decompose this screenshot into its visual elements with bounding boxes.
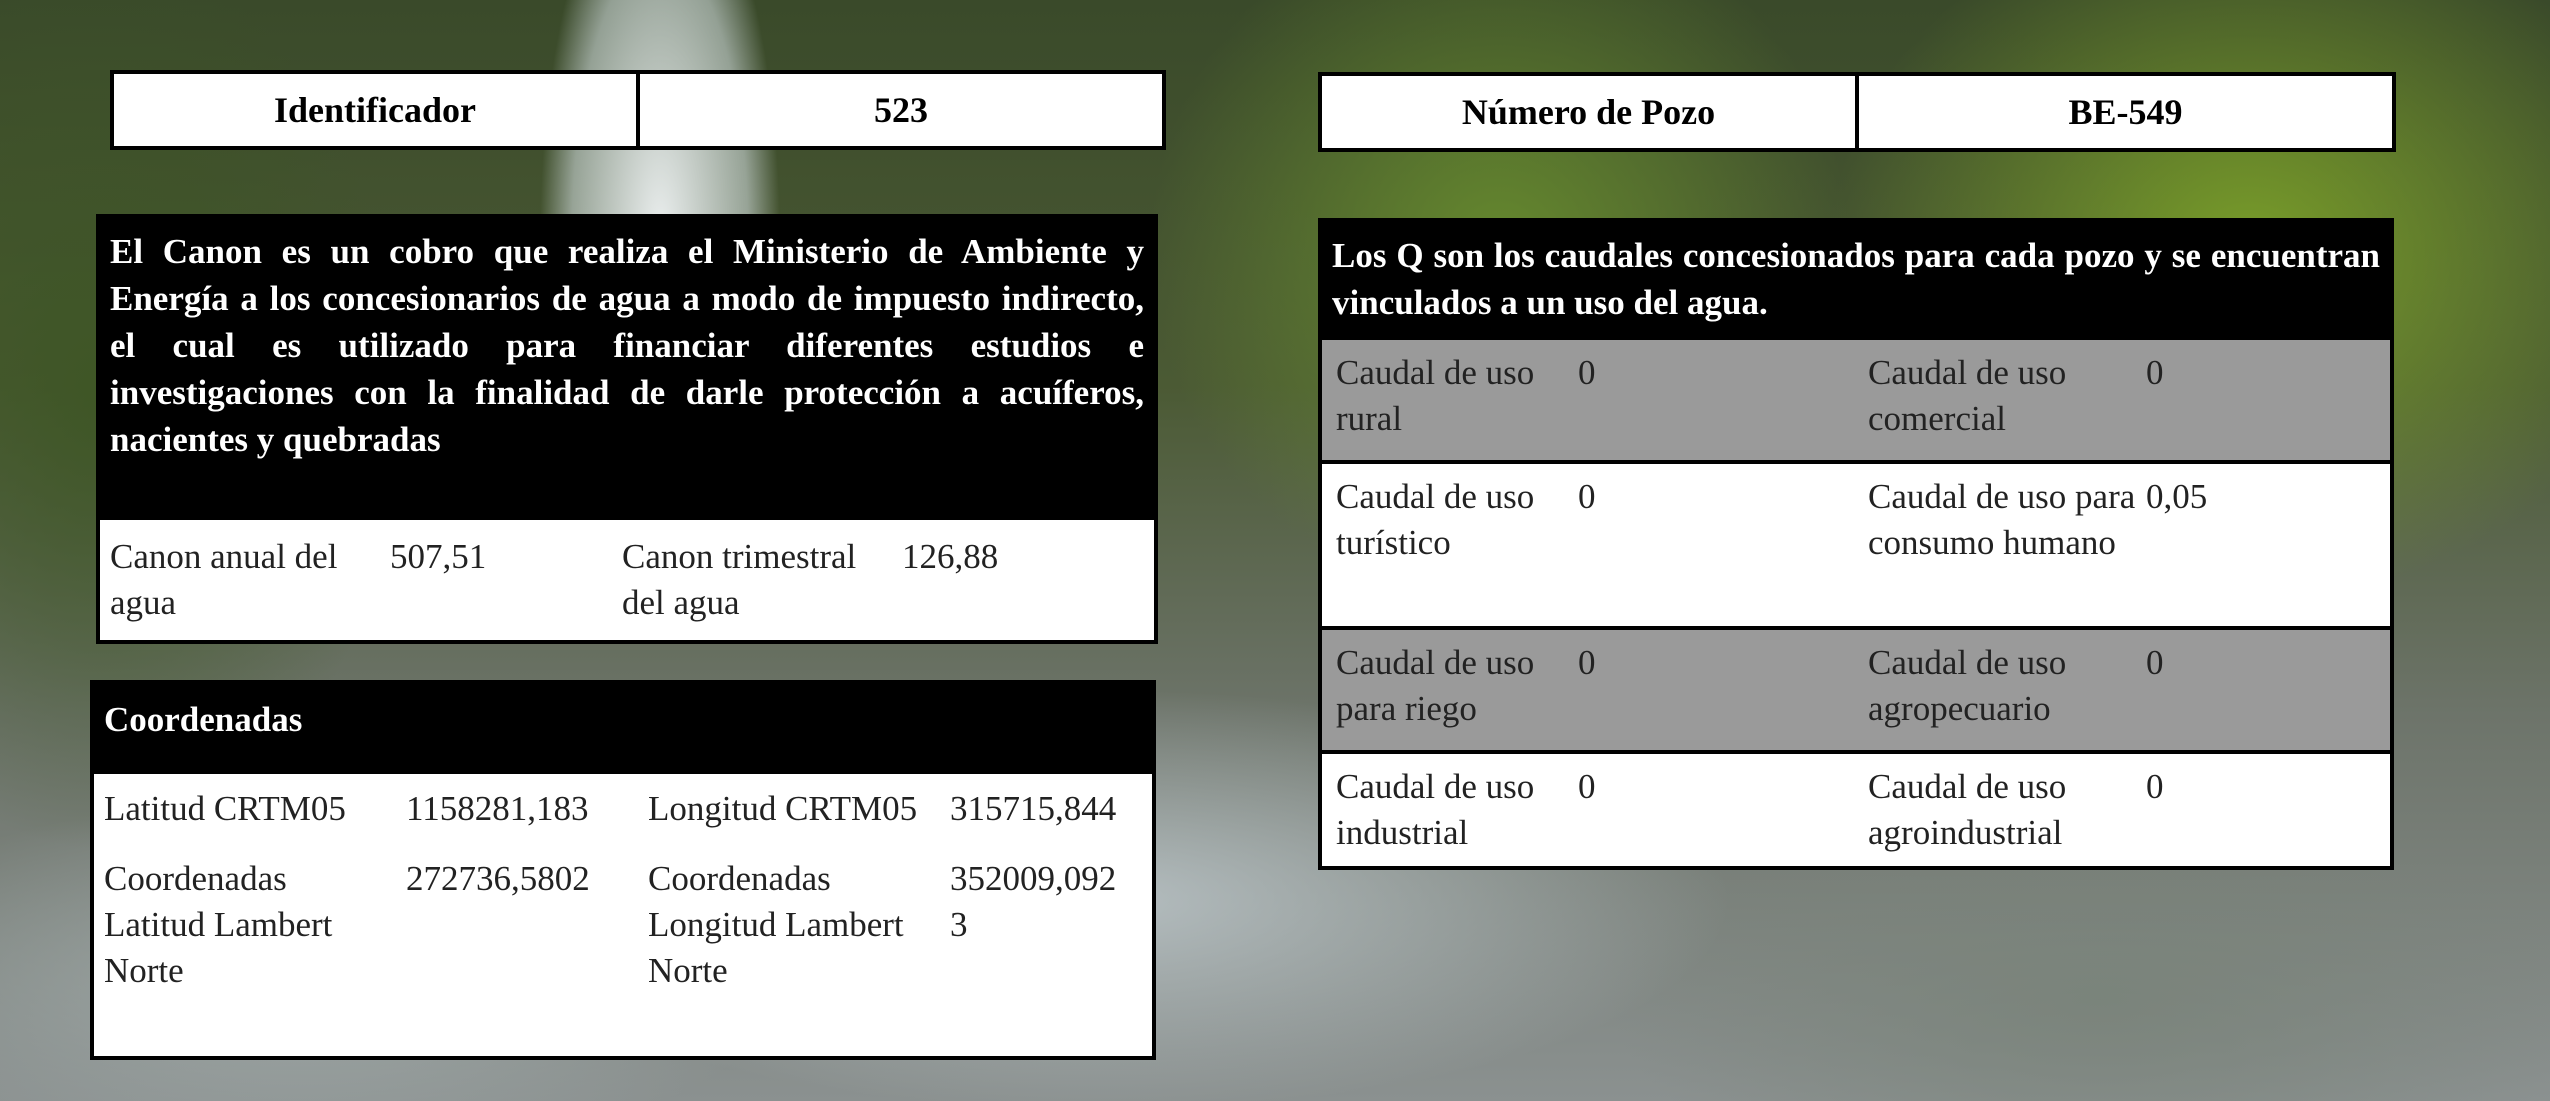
- flow-label: Caudal de uso para riego: [1336, 643, 1535, 728]
- flows-description: Los Q son los caudales concesionados par…: [1318, 218, 2394, 342]
- flow-label: Caudal de uso comercial: [1868, 353, 2067, 438]
- identifier-label: Identificador: [274, 90, 476, 130]
- flow-value: 0: [1578, 643, 1596, 682]
- canon-table: Canon anual del agua 507,51 Canon trimes…: [96, 520, 1158, 644]
- canon-annual-label: Canon anual del agua: [110, 537, 338, 622]
- flow-label: Caudal de uso agroindustrial: [1868, 767, 2067, 852]
- lon-lambert-label: Coordenadas Longitud Lambert Norte: [648, 859, 904, 990]
- well-number-label: Número de Pozo: [1461, 92, 1716, 132]
- lon-crtm-value: 315715,844: [950, 789, 1117, 828]
- flow-row: Caudal de uso rural 0 Caudal de uso come…: [1322, 340, 2390, 460]
- well-number-header: Número de Pozo BE-549: [1318, 72, 2396, 152]
- flow-label: Caudal de uso rural: [1336, 353, 1535, 438]
- lat-lambert-label: Coordenadas Latitud Lambert Norte: [104, 859, 333, 990]
- flow-value: 0: [2146, 643, 2164, 682]
- lat-crtm-label: Latitud CRTM05: [104, 789, 346, 828]
- flow-label: Caudal de uso agropecuario: [1868, 643, 2067, 728]
- canon-annual-value: 507,51: [390, 537, 487, 576]
- flow-label: Caudal de uso industrial: [1336, 767, 1535, 852]
- flow-label: Caudal de uso para consumo humano: [1868, 477, 2136, 562]
- canon-description: El Canon es un cobro que realiza el Mini…: [96, 214, 1158, 522]
- canon-quarterly-value: 126,88: [902, 537, 999, 576]
- flow-value: 0: [1578, 477, 1596, 516]
- coordinates-title: Coordenadas: [90, 680, 1156, 776]
- coordinates-table: Latitud CRTM05 1158281,183 Longitud CRTM…: [90, 774, 1156, 1060]
- flows-table: Caudal de uso rural 0 Caudal de uso come…: [1318, 340, 2394, 870]
- flow-label: Caudal de uso turístico: [1336, 477, 1535, 562]
- flow-value: 0,05: [2146, 477, 2208, 516]
- flow-value: 0: [2146, 767, 2164, 806]
- flow-value: 0: [2146, 353, 2164, 392]
- identifier-header: Identificador 523: [110, 70, 1166, 150]
- flow-row: Caudal de uso turístico 0 Caudal de uso …: [1322, 460, 2390, 626]
- identifier-value: 523: [636, 74, 1162, 146]
- well-number-value: BE-549: [1855, 76, 2392, 148]
- lon-crtm-label: Longitud CRTM05: [648, 789, 918, 828]
- lon-lambert-value: 352009,0923: [950, 859, 1117, 944]
- lat-lambert-value: 272736,5802: [406, 859, 590, 898]
- flow-row: Caudal de uso para riego 0 Caudal de uso…: [1322, 626, 2390, 750]
- flow-row: Caudal de uso industrial 0 Caudal de uso…: [1322, 750, 2390, 866]
- flow-value: 0: [1578, 353, 1596, 392]
- flow-value: 0: [1578, 767, 1596, 806]
- lat-crtm-value: 1158281,183: [406, 789, 589, 828]
- canon-quarterly-label: Canon trimestral del agua: [622, 537, 857, 622]
